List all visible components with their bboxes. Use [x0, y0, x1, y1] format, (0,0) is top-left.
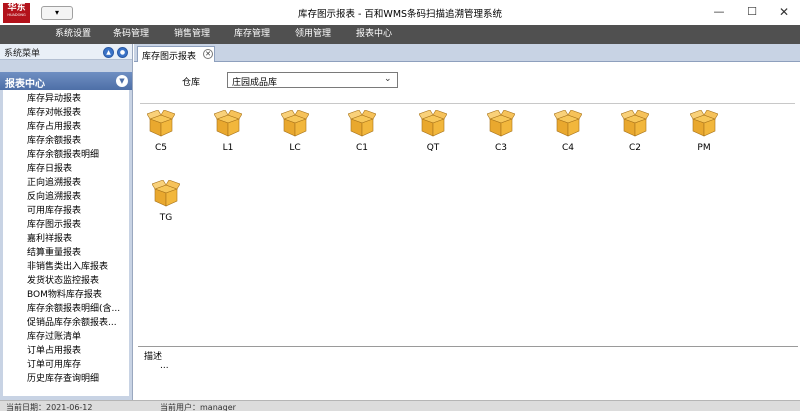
sidebar-item[interactable]: 库存异动报表 [3, 92, 129, 106]
box-icon [487, 110, 515, 137]
menu-reports[interactable]: 报表中心 [356, 25, 392, 44]
box-icon [281, 110, 309, 137]
sidebar-item[interactable]: 历史库存查询明细 [3, 372, 129, 386]
sidebar-item[interactable]: 反向追溯报表 [3, 190, 129, 204]
sidebar-item[interactable]: 结算重量报表 [3, 246, 129, 260]
location-label: QT [426, 143, 440, 153]
location-label: C5 [154, 143, 167, 153]
sidebar-item[interactable]: 订单可用库存 [3, 358, 129, 372]
sidebar-item[interactable]: 库存占用报表 [3, 120, 129, 134]
location-label: TG [159, 213, 173, 223]
sidebar-item[interactable]: 订单占用报表 [3, 344, 129, 358]
box-icon [554, 110, 582, 137]
sidebar-item[interactable]: 促销品库存余额报表... [3, 316, 129, 330]
sidebar-item[interactable]: 发货状态监控报表 [3, 274, 129, 288]
title-bar: 华东 HUADONG ▾ 库存图示报表 - 百和WMS条码扫描追溯管理系统 — … [0, 0, 800, 25]
menu-barcode[interactable]: 条码管理 [113, 25, 149, 44]
box-icon [348, 110, 376, 137]
location-label: C1 [355, 143, 368, 153]
box-icon [214, 110, 242, 137]
location-box[interactable]: PM [684, 110, 724, 162]
box-icon [147, 110, 175, 137]
warehouse-label: 仓库 [182, 78, 201, 88]
divider [140, 103, 795, 104]
location-box[interactable]: QT [413, 110, 453, 162]
box-icon [152, 180, 180, 207]
location-box[interactable]: C1 [342, 110, 382, 162]
menu-system-settings[interactable]: 系统设置 [55, 25, 91, 44]
menu-bar: 系统设置 条码管理 销售管理 库存管理 领用管理 报表中心 [0, 25, 800, 44]
box-icon [419, 110, 447, 137]
status-date: 当前日期：2021-06-12 [6, 403, 93, 411]
status-bar: 当前日期：2021-06-12 当前用户：manager [0, 400, 800, 411]
sidebar-header: 系统菜单 ▲ ● [0, 44, 132, 60]
location-label: C2 [628, 143, 641, 153]
location-label: C3 [494, 143, 507, 153]
sidebar: 系统菜单 ▲ ● 报表中心 ▼ 库存异动报表 库存对帐报表 库存占用报表 库存余… [0, 44, 133, 400]
close-icon[interactable]: ✕ [203, 49, 213, 59]
sidebar-item[interactable]: 库存余额报表明细(含... [3, 302, 129, 316]
sidebar-item[interactable]: 非销售类出入库报表 [3, 260, 129, 274]
location-label: L1 [222, 143, 234, 153]
box-icon [690, 110, 718, 137]
chevron-down-icon: ⌄ [384, 74, 392, 84]
sidebar-item[interactable]: 嘉利祥报表 [3, 232, 129, 246]
sidebar-section-reports[interactable]: 报表中心 ▼ [0, 72, 132, 90]
description-value: ... [160, 361, 169, 371]
sidebar-item[interactable]: 正向追溯报表 [3, 176, 129, 190]
description-panel: 描述 ... [138, 346, 798, 400]
sidebar-item[interactable]: 库存日报表 [3, 162, 129, 176]
location-box[interactable]: L1 [208, 110, 248, 162]
menu-sales[interactable]: 销售管理 [174, 25, 210, 44]
warehouse-select[interactable]: 庄园成品库 ⌄ [227, 72, 398, 88]
pin-icon[interactable]: ● [117, 47, 128, 58]
tab-label: 库存图示报表 [142, 52, 197, 62]
sidebar-item[interactable]: 库存对帐报表 [3, 106, 129, 120]
location-box[interactable]: C4 [548, 110, 588, 162]
collapse-up-icon[interactable]: ▲ [103, 47, 114, 58]
minimize-button[interactable]: — [705, 2, 733, 22]
location-box[interactable]: C5 [141, 110, 181, 162]
location-box[interactable]: C3 [481, 110, 521, 162]
chevron-down-icon[interactable]: ▼ [116, 75, 128, 87]
sidebar-item[interactable]: 可用库存报表 [3, 204, 129, 218]
menu-inventory[interactable]: 库存管理 [234, 25, 270, 44]
window-title: 库存图示报表 - 百和WMS条码扫描追溯管理系统 [297, 9, 503, 20]
tab-strip: 库存图示报表 ✕ [134, 44, 800, 62]
sidebar-list: 库存异动报表 库存对帐报表 库存占用报表 库存余额报表 库存余额报表明细 库存日… [3, 90, 129, 396]
close-button[interactable]: ✕ [770, 2, 798, 22]
sidebar-section-title: 报表中心 [5, 79, 45, 90]
sidebar-item[interactable]: 库存余额报表明细 [3, 148, 129, 162]
location-box[interactable]: C2 [615, 110, 655, 162]
main-content: 仓库 庄园成品库 ⌄ C5 L1 LC C1 QT C3 C4 C2 PM TG… [134, 63, 800, 400]
location-box[interactable]: TG [146, 180, 186, 232]
location-label: LC [289, 143, 301, 153]
location-label: PM [697, 143, 711, 153]
box-icon [621, 110, 649, 137]
sidebar-item[interactable]: 库存余额报表 [3, 134, 129, 148]
sidebar-item[interactable]: 库存过账清单 [3, 330, 129, 344]
sidebar-item[interactable]: 库存图示报表 [3, 218, 129, 232]
menu-requisition[interactable]: 领用管理 [295, 25, 331, 44]
sidebar-title: 系统菜单 [4, 49, 41, 59]
tab-inventory-chart-report[interactable]: 库存图示报表 ✕ [137, 46, 215, 62]
sidebar-gap [0, 60, 132, 72]
location-box[interactable]: LC [275, 110, 315, 162]
maximize-button[interactable]: ☐ [738, 2, 766, 22]
warehouse-value: 庄园成品库 [232, 78, 278, 88]
sidebar-item[interactable]: BOM物料库存报表 [3, 288, 129, 302]
status-user: 当前用户：manager [160, 403, 236, 411]
location-label: C4 [561, 143, 574, 153]
